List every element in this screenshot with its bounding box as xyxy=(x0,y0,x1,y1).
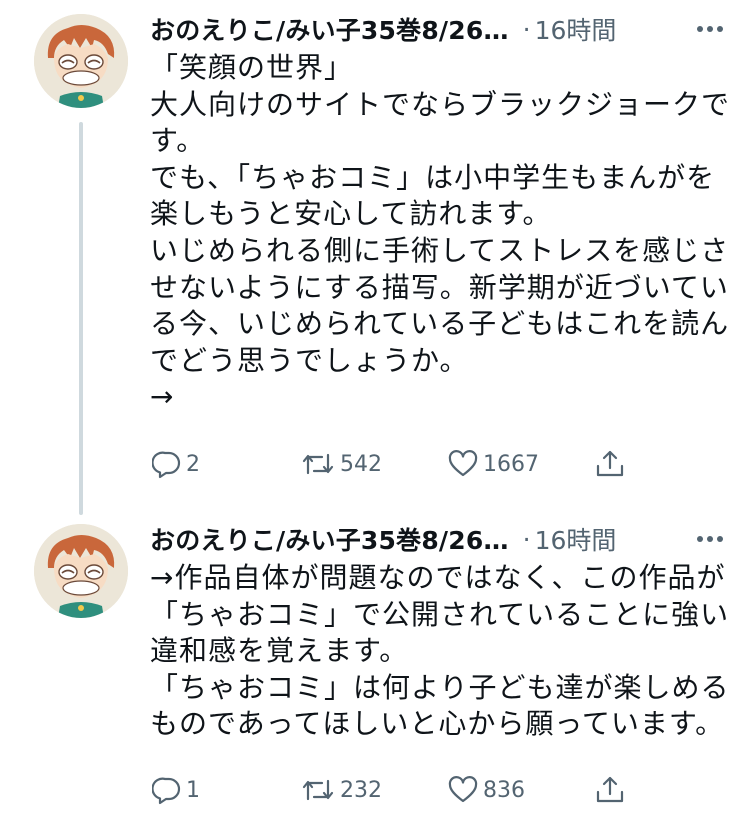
heart-icon xyxy=(448,450,478,477)
separator-dot: · xyxy=(522,14,531,44)
retweet-count: 232 xyxy=(340,777,382,803)
heart-icon xyxy=(448,776,478,803)
share-icon xyxy=(596,776,624,803)
reply-button[interactable]: 2 xyxy=(152,444,200,484)
tweet-text-line: でも、「ちゃおコミ」は小中学生もまんがを xyxy=(150,160,716,194)
like-count: 836 xyxy=(483,777,525,803)
tweet-text-line: る今、いじめられている子どもはこれを読ん xyxy=(150,307,730,341)
display-name[interactable]: おのえりこ/みい子35巻8/26… xyxy=(150,11,509,47)
tweet-text-line: 「笑顔の世界」 xyxy=(150,51,354,84)
display-name[interactable]: おのえりこ/みい子35巻8/26… xyxy=(150,521,509,557)
retweet-icon xyxy=(302,779,334,801)
tweet-text-line: 違和感を覚えます。 xyxy=(150,634,409,668)
avatar[interactable] xyxy=(34,14,128,108)
reply-count: 1 xyxy=(186,777,200,803)
retweet-button[interactable]: 232 xyxy=(300,770,382,810)
retweet-icon xyxy=(302,453,334,475)
tweet-text-line: でどう思うでしょうか。 xyxy=(150,343,469,377)
thread-connector-line xyxy=(79,122,83,515)
timestamp[interactable]: 16時間 xyxy=(535,11,617,47)
like-button[interactable]: 1667 xyxy=(447,444,539,484)
retweet-button[interactable]: 542 xyxy=(300,444,382,484)
reply-icon xyxy=(152,777,181,805)
tweet-text-line: 大人向けのサイトでならブラックジョークで xyxy=(150,87,731,121)
tweet-text-line: 楽しもうと安心して訪れます。 xyxy=(150,197,552,231)
more-options-icon[interactable] xyxy=(690,521,730,557)
tweet-actions: 2 542 1667 xyxy=(150,444,640,484)
more-options-icon[interactable] xyxy=(690,11,730,47)
tweet-text: →作品自体が問題なのではなく、この作品が 「ちゃおコミ」で公開されていることに強… xyxy=(150,560,730,743)
tweet-text: 「笑顔の世界」 大人向けのサイトでならブラックジョークで す。 でも、「ちゃおコ… xyxy=(150,50,730,416)
share-icon xyxy=(596,450,624,477)
tweet-text-line: ものであってほしいと心から願っています。 xyxy=(150,707,725,741)
like-count: 1667 xyxy=(483,451,539,477)
reply-icon xyxy=(152,451,181,479)
separator-dot: · xyxy=(522,524,531,554)
timestamp[interactable]: 16時間 xyxy=(535,521,617,557)
share-button[interactable] xyxy=(594,770,626,810)
tweet-text-line: いじめられる側に手術してストレスを感じさ xyxy=(150,233,730,267)
retweet-count: 542 xyxy=(340,451,382,477)
tweet-text-line: 「ちゃおコミ」は何より子ども達が楽しめる xyxy=(150,670,730,704)
tweet-text-line: 「ちゃおコミ」で公開されていることに強い xyxy=(150,597,730,631)
avatar[interactable] xyxy=(34,524,128,618)
tweet-actions: 1 232 836 xyxy=(150,770,640,810)
tweet-text-line: す。 xyxy=(150,124,206,158)
like-button[interactable]: 836 xyxy=(447,770,525,810)
tweet-thread: おのえりこ/みい子35巻8/26… · 16時間 「笑顔の世界」 大人向けのサイ… xyxy=(0,0,750,819)
reply-button[interactable]: 1 xyxy=(152,770,200,810)
tweet-header: おのえりこ/みい子35巻8/26… · 16時間 xyxy=(150,11,740,47)
share-button[interactable] xyxy=(594,444,626,484)
tweet-header: おのえりこ/みい子35巻8/26… · 16時間 xyxy=(150,521,740,557)
reply-count: 2 xyxy=(186,451,200,477)
tweet-text-line: → xyxy=(150,380,175,414)
tweet-text-line: →作品自体が問題なのではなく、この作品が xyxy=(150,561,726,594)
tweet-text-line: せないようにする描写。新学期が近づいてい xyxy=(150,270,729,304)
